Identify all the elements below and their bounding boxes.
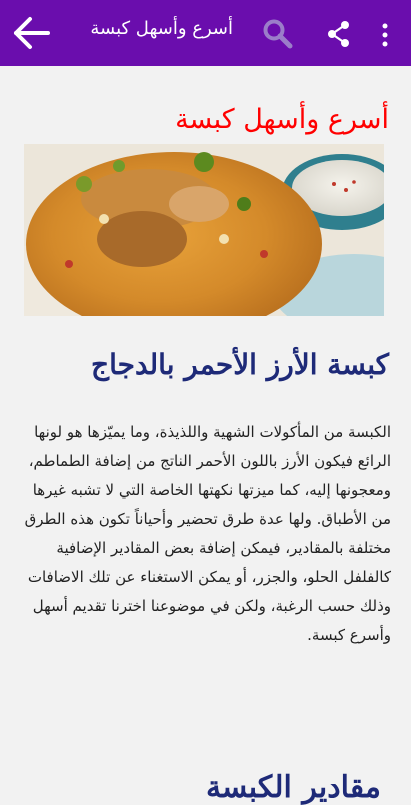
app-bar-title: أسرع وأسهل كبسة (90, 18, 233, 39)
app-bar: أسرع وأسهل كبسة (0, 0, 411, 66)
article-paragraph: الكبسة من المأكولات الشهية واللذيذة، وما… (24, 423, 391, 644)
kabsa-photo (24, 144, 384, 316)
search-icon[interactable] (262, 18, 294, 50)
back-arrow-icon[interactable] (10, 15, 54, 51)
more-vert-icon[interactable] (378, 22, 392, 48)
article-subheading: كبسة الأرز الأحمر بالدجاج (91, 348, 389, 381)
article-content: أسرع وأسهل كبسة كبسة الأرز الأحمر بالدجا… (0, 66, 411, 805)
article-heading: أسرع وأسهل كبسة (175, 104, 389, 135)
share-icon[interactable] (326, 20, 352, 48)
